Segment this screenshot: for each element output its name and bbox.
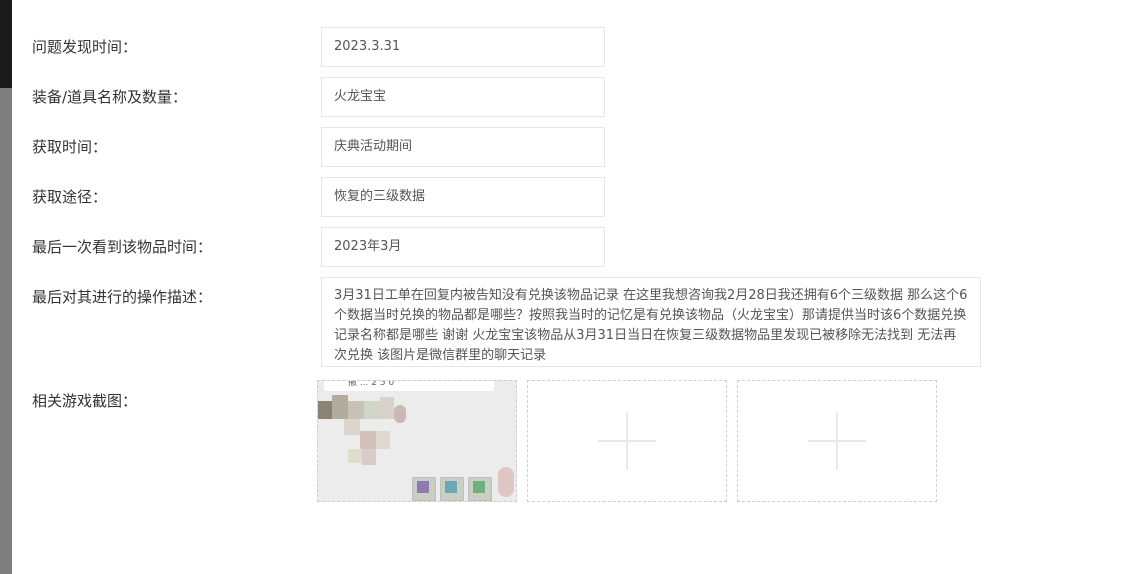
item-name-label: 装备/道具名称及数量：: [32, 88, 188, 106]
thumb-pixel: [417, 481, 429, 493]
left-edge-strip-dark: [0, 0, 12, 88]
thumb-pixel: [362, 449, 376, 465]
last-operation-textarea[interactable]: 3月31日工单在回复内被告知没有兑换该物品记录 在这里我想咨询我2月28日我还拥…: [321, 277, 981, 367]
upload-slot-2[interactable]: [527, 380, 727, 502]
thumb-pixel: [348, 449, 362, 463]
plus-icon: [626, 412, 628, 470]
thumb-pixel: [380, 397, 394, 419]
thumb-pixel: [473, 481, 485, 493]
thumb-pixel: [344, 419, 360, 435]
thumb-caption: 撤 ... 2 5 0: [348, 380, 395, 388]
obtain-method-label: 获取途径：: [32, 188, 108, 206]
thumb-pixel: [394, 405, 406, 423]
discovery-time-label: 问题发现时间：: [32, 38, 138, 56]
thumb-pixel: [318, 401, 332, 419]
screenshot-thumbnail[interactable]: 撤 ... 2 5 0: [317, 380, 517, 502]
last-seen-field[interactable]: 2023年3月: [321, 227, 605, 267]
screenshots-label: 相关游戏截图：: [32, 392, 138, 410]
thumb-pixel: [348, 401, 364, 419]
discovery-time-field[interactable]: 2023.3.31: [321, 27, 605, 67]
thumb-pixel: [445, 481, 457, 493]
last-seen-label: 最后一次看到该物品时间：: [32, 238, 213, 256]
last-operation-label: 最后对其进行的操作描述：: [32, 288, 213, 306]
obtain-time-label: 获取时间：: [32, 138, 108, 156]
thumb-pixel: [498, 467, 514, 497]
thumb-pixel: [360, 431, 376, 451]
item-name-field[interactable]: 火龙宝宝: [321, 77, 605, 117]
thumb-pixel: [376, 431, 390, 449]
plus-icon: [836, 412, 838, 470]
thumb-pixel: [364, 401, 380, 419]
obtain-time-field[interactable]: 庆典活动期间: [321, 127, 605, 167]
obtain-method-field[interactable]: 恢复的三级数据: [321, 177, 605, 217]
upload-slot-3[interactable]: [737, 380, 937, 502]
thumb-pixel: [332, 395, 348, 419]
